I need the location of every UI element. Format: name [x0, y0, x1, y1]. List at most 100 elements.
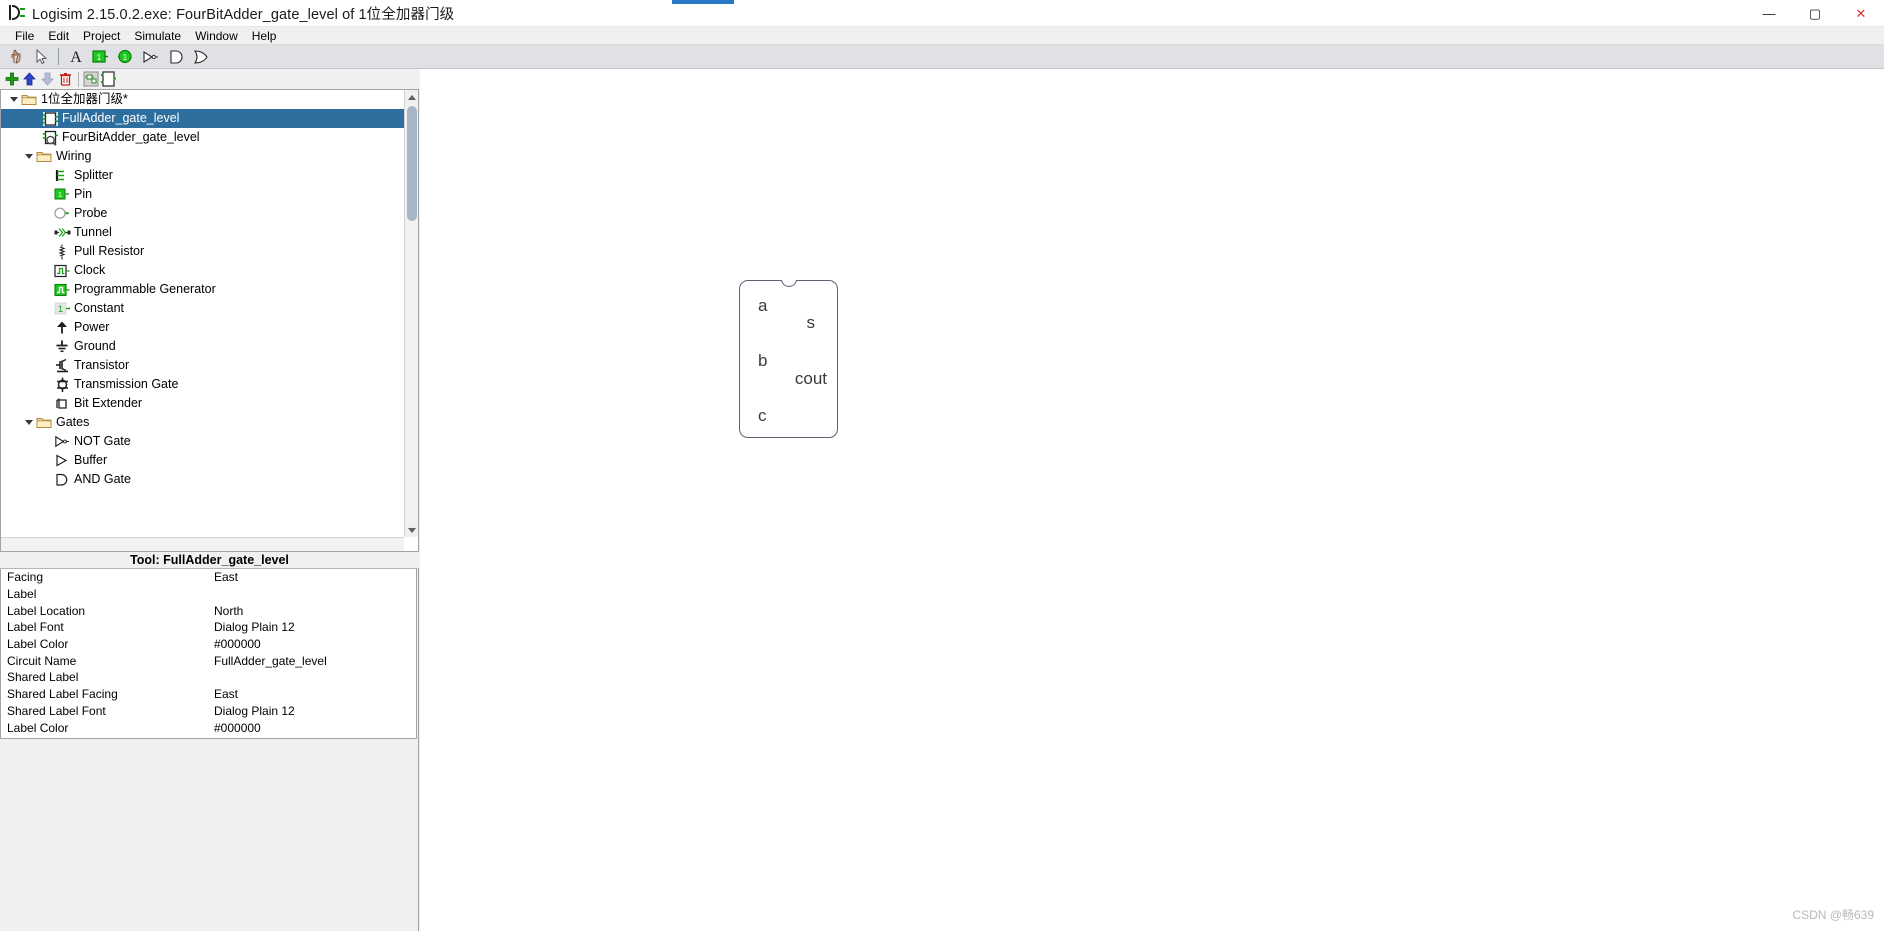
attribute-row[interactable]: Label Color #000000 [1, 636, 416, 653]
maximize-button[interactable]: ▢ [1792, 0, 1838, 27]
tree-expander-icon[interactable] [22, 413, 35, 432]
tree-item[interactable]: 1位全加器门级* [1, 90, 404, 109]
tree-expander-icon[interactable] [22, 147, 35, 166]
svg-text:A: A [70, 49, 82, 65]
buffer-icon [53, 452, 71, 469]
title-bar: Logisim 2.15.0.2.exe: FourBitAdder_gate_… [0, 0, 1884, 27]
attribute-row[interactable]: Label Color #000000 [1, 719, 416, 736]
minimize-button[interactable]: — [1746, 0, 1792, 27]
tree-item-label: Buffer [74, 453, 108, 467]
not-gate-icon[interactable] [138, 46, 163, 68]
menu-edit[interactable]: Edit [41, 27, 76, 45]
attribute-row[interactable]: Shared Label Facing East [1, 686, 416, 703]
attribute-value[interactable]: Dialog Plain 12 [212, 704, 416, 718]
tree-item[interactable]: Pull Resistor [1, 242, 404, 261]
output-pin-icon[interactable]: 1 [113, 46, 138, 68]
attribute-row[interactable]: Circuit Name FullAdder_gate_level [1, 652, 416, 669]
attribute-row[interactable]: Shared Label Font Dialog Plain 12 [1, 703, 416, 720]
attribute-value[interactable]: FullAdder_gate_level [212, 654, 416, 668]
tree-item[interactable]: Transistor [1, 356, 404, 375]
poke-tool-icon[interactable] [4, 46, 29, 68]
input-pin-icon[interactable]: 1 [88, 46, 113, 68]
tree-item-selected[interactable]: FullAdder_gate_level [1, 109, 404, 128]
constant-icon: 1 [53, 300, 71, 317]
project-explorer[interactable]: 1位全加器门级* FullAdder_gate_level FourBitAdder… [0, 89, 419, 552]
tree-item[interactable]: 1 Pin [1, 185, 404, 204]
attribute-value[interactable]: East [212, 687, 416, 701]
tree-expander-icon[interactable] [7, 90, 20, 109]
tree-item[interactable]: FourBitAdder_gate_level [1, 128, 404, 147]
tree-item[interactable]: Power [1, 318, 404, 337]
attribute-value[interactable]: Dialog Plain 12 [212, 620, 416, 634]
attribute-row[interactable]: Label [1, 586, 416, 603]
svg-text:1: 1 [97, 53, 102, 62]
svg-text:1: 1 [57, 304, 62, 315]
tree-item[interactable]: Wiring [1, 147, 404, 166]
delete-icon[interactable] [57, 70, 74, 88]
or-gate-icon[interactable] [188, 46, 213, 68]
move-down-icon[interactable] [39, 70, 56, 88]
add-circuit-icon[interactable] [3, 70, 20, 88]
tree-item-label: Power [74, 320, 110, 334]
attribute-key: Label [7, 587, 37, 602]
tree-item-label: Ground [74, 339, 116, 353]
tree-item[interactable]: Splitter [1, 166, 404, 185]
transistor-icon [53, 357, 71, 374]
explorer-vertical-scrollbar[interactable] [404, 90, 418, 537]
attribute-value[interactable]: North [212, 604, 416, 618]
edit-circuit-appearance-icon[interactable] [82, 70, 99, 88]
vertical-scroll-thumb[interactable] [407, 106, 417, 221]
explorer-horizontal-scrollbar[interactable] [1, 537, 404, 551]
port-label-b: b [758, 351, 768, 370]
attribute-row[interactable]: Label Font Dialog Plain 12 [1, 619, 416, 636]
svg-text:1: 1 [123, 53, 128, 62]
tree-item-label: Clock [74, 263, 106, 277]
tree-item[interactable]: Probe [1, 204, 404, 223]
project-tree[interactable]: 1位全加器门级* FullAdder_gate_level FourBitAdder… [1, 90, 404, 537]
attribute-row[interactable]: Label Location North [1, 602, 416, 619]
attribute-table[interactable]: Facing East Label Label Location North Label … [0, 569, 417, 739]
tree-item[interactable]: 1 Constant [1, 299, 404, 318]
attribute-row[interactable]: Shared Label [1, 669, 416, 686]
menu-file[interactable]: File [8, 27, 41, 45]
fulladder-component[interactable]: a b c s cout [739, 277, 838, 438]
menu-simulate[interactable]: Simulate [127, 27, 188, 45]
tree-item[interactable]: Ground [1, 337, 404, 356]
menu-project[interactable]: Project [76, 27, 127, 45]
probe-icon [53, 205, 71, 222]
circuit-icon [41, 110, 59, 127]
tree-item[interactable]: Clock [1, 261, 404, 280]
scroll-down-arrow[interactable] [405, 523, 418, 537]
attribute-value[interactable]: #000000 [212, 721, 416, 735]
tree-item[interactable]: Gates [1, 413, 404, 432]
tree-item[interactable]: Transmission Gate [1, 375, 404, 394]
menu-help[interactable]: Help [245, 27, 284, 45]
window-title: Logisim 2.15.0.2.exe: FourBitAdder_gate_… [32, 6, 455, 23]
menu-window[interactable]: Window [188, 27, 245, 45]
tree-item[interactable]: NOT Gate [1, 432, 404, 451]
tree-item[interactable]: Bit Extender [1, 394, 404, 413]
select-tool-icon[interactable] [29, 46, 54, 68]
attribute-row[interactable]: Facing East [1, 569, 416, 586]
edit-circuit-layout-icon[interactable] [100, 70, 117, 88]
tree-item[interactable]: AND Gate [1, 470, 404, 489]
attribute-value[interactable]: East [212, 570, 416, 584]
circuit-canvas[interactable]: a b c s cout CSDN @畅639 [420, 69, 1884, 931]
and-gate-icon [53, 471, 71, 488]
tree-item[interactable]: Programmable Generator [1, 280, 404, 299]
close-button[interactable]: ✕ [1838, 0, 1884, 27]
scroll-up-arrow[interactable] [405, 90, 418, 104]
move-up-icon[interactable] [21, 70, 38, 88]
and-gate-icon[interactable] [163, 46, 188, 68]
text-tool-icon[interactable]: A [63, 46, 88, 68]
tree-item[interactable]: Tunnel [1, 223, 404, 242]
tree-item[interactable]: Buffer [1, 451, 404, 470]
attribute-value[interactable]: #000000 [212, 637, 416, 651]
